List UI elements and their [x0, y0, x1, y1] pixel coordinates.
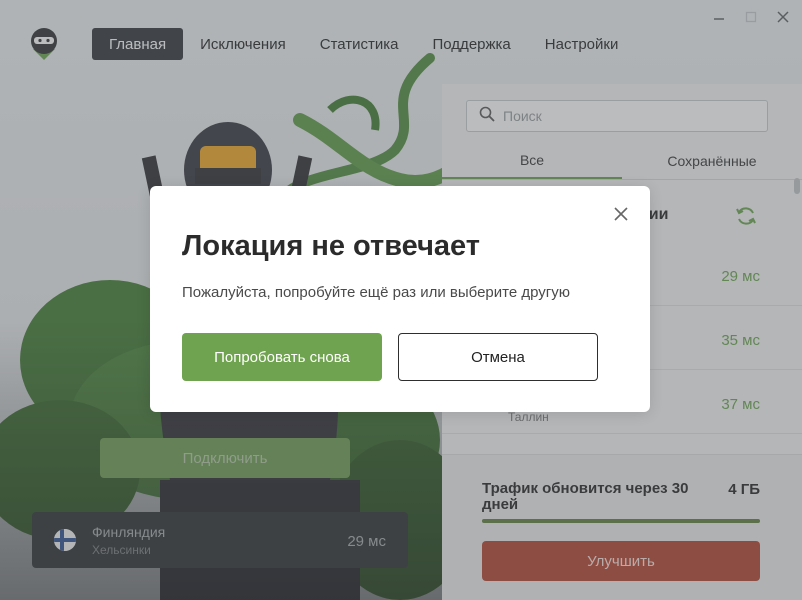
location-error-dialog: Локация не отвечает Пожалуйста, попробуй… — [150, 186, 650, 412]
cancel-button[interactable]: Отмена — [398, 333, 598, 381]
dialog-title: Локация не отвечает — [182, 230, 481, 262]
dialog-message: Пожалуйста, попробуйте ещё раз или выбер… — [182, 284, 570, 301]
close-icon[interactable] — [610, 203, 632, 225]
retry-button[interactable]: Попробовать снова — [182, 333, 382, 381]
